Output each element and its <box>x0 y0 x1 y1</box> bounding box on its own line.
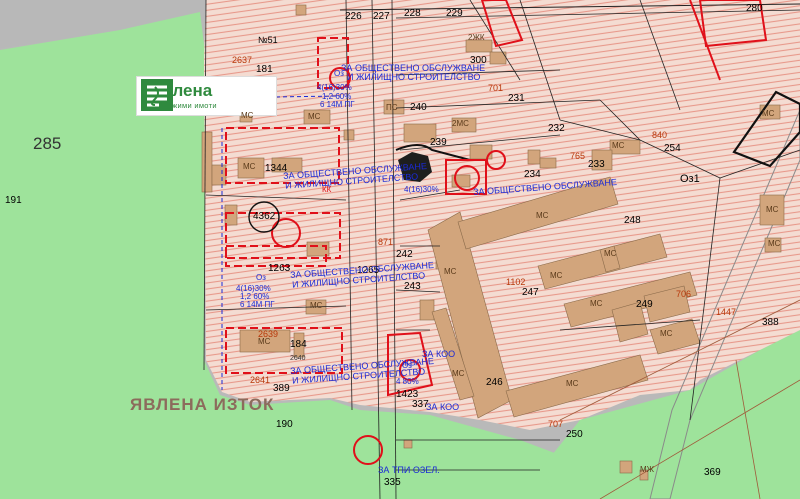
zone-code: 6 14М ПГ <box>320 100 355 109</box>
building-label: 2ЖК <box>468 33 485 42</box>
building-label: МС <box>310 301 323 310</box>
parcel-label: 707 <box>548 419 564 429</box>
building-label: МС <box>766 205 779 214</box>
building-label: МС <box>604 249 617 258</box>
parcel-label: 1263 <box>268 263 291 274</box>
building-label: МС <box>660 329 673 338</box>
building-label: ПС <box>386 103 398 112</box>
parcel-label: 240 <box>410 102 427 113</box>
zone-code: КК <box>322 185 332 194</box>
parcel-label: 226 <box>345 11 362 22</box>
building-label: МС <box>243 162 256 171</box>
parcel-label: 250 <box>566 429 583 440</box>
building-label: МС <box>762 109 775 118</box>
building-label: МС <box>241 111 254 120</box>
building-label: МС <box>308 112 321 121</box>
parcel-label: 280 <box>746 3 763 14</box>
building-label: МС <box>536 211 549 220</box>
parcel-label: 184 <box>290 339 307 350</box>
logo-mark-icon <box>141 79 173 111</box>
parcel-label: 232 <box>548 123 565 134</box>
parcel-label: 1447 <box>716 307 737 317</box>
parcel-285: 285 <box>33 134 62 153</box>
building-label: МС <box>566 379 579 388</box>
parcel-label: 871 <box>378 237 394 247</box>
parcel-label: 234 <box>524 169 541 180</box>
zone-code: 4(16)30% <box>404 185 439 194</box>
brand-logo[interactable]: Явлена недвижими имоти <box>137 77 276 115</box>
zone-code: Оз <box>402 361 412 370</box>
building-label: МС <box>550 271 563 280</box>
parcel-label: 233 <box>588 159 605 170</box>
building-label: МЖ <box>640 465 655 474</box>
parcel-label: 239 <box>430 137 447 148</box>
parcel-label: 765 <box>570 151 586 161</box>
building-label: МС <box>452 369 465 378</box>
parcel-label: Оз1 <box>680 173 700 185</box>
building-label: МС <box>768 239 781 248</box>
parcel-label: 2641 <box>250 375 271 385</box>
parcel-label: 247 <box>522 287 539 298</box>
zone-label: ЗА ТПИ ОЗЕЛ. <box>378 465 440 475</box>
zone-code: 6 14М ПГ <box>240 300 275 309</box>
parcel-label: 249 <box>636 299 653 310</box>
parcel-label: 227 <box>373 11 390 22</box>
zone-code: Оз <box>334 69 344 78</box>
zone-code: Оз <box>256 273 266 282</box>
parcel-label: 2637 <box>232 55 253 65</box>
parcel-label: №51 <box>258 35 278 45</box>
parcel-label: 2640 <box>290 355 306 362</box>
parcel-label: 701 <box>488 83 504 93</box>
zone-code: 4 80% <box>396 377 419 386</box>
parcel-label: 1102 <box>506 277 526 287</box>
district-label: ЯВЛЕНА ИЗТОК <box>130 395 275 414</box>
parcel-label: 190 <box>276 419 293 430</box>
parcel-label: 840 <box>652 130 668 140</box>
parcel-label: 229 <box>446 8 463 19</box>
building-label: МС <box>258 337 271 346</box>
parcel-label: 335 <box>384 477 401 488</box>
zone-label: И ЖИЛИЩНО СТРОИТЕЛСТВО <box>347 72 481 82</box>
parcel-label: 248 <box>624 215 641 226</box>
parcel-label: 243 <box>404 281 421 292</box>
cadastral-map[interactable]: Явлена недвижими имоти ЯВЛЕНА ИЗТОК 285 … <box>0 0 800 499</box>
parcel-label: 231 <box>508 93 525 104</box>
parcel-label: 706 <box>676 289 692 299</box>
parcel-label: 181 <box>256 64 273 75</box>
parcel-label: 228 <box>404 8 421 19</box>
parcel-label: 388 <box>762 317 779 328</box>
parcel-label: 242 <box>396 249 413 260</box>
parcel-label: 254 <box>664 143 681 154</box>
building-label: МС <box>612 141 625 150</box>
parcel-label: 369 <box>704 467 721 478</box>
zone-label: ЗА КОО <box>422 349 456 359</box>
zone-label: ЗА КОО <box>426 402 460 412</box>
parcel-label: 1423 <box>396 389 419 400</box>
parcel-label: 389 <box>273 383 290 394</box>
parcel-label: 191 <box>5 195 22 206</box>
building-label: МС <box>590 299 603 308</box>
building-label: 2МС <box>452 119 469 128</box>
parcel-label: 246 <box>486 377 503 388</box>
parcel-label: 4362 <box>253 211 276 222</box>
building-label: МС <box>444 267 457 276</box>
zone-code: 4(16)30% <box>317 83 352 92</box>
